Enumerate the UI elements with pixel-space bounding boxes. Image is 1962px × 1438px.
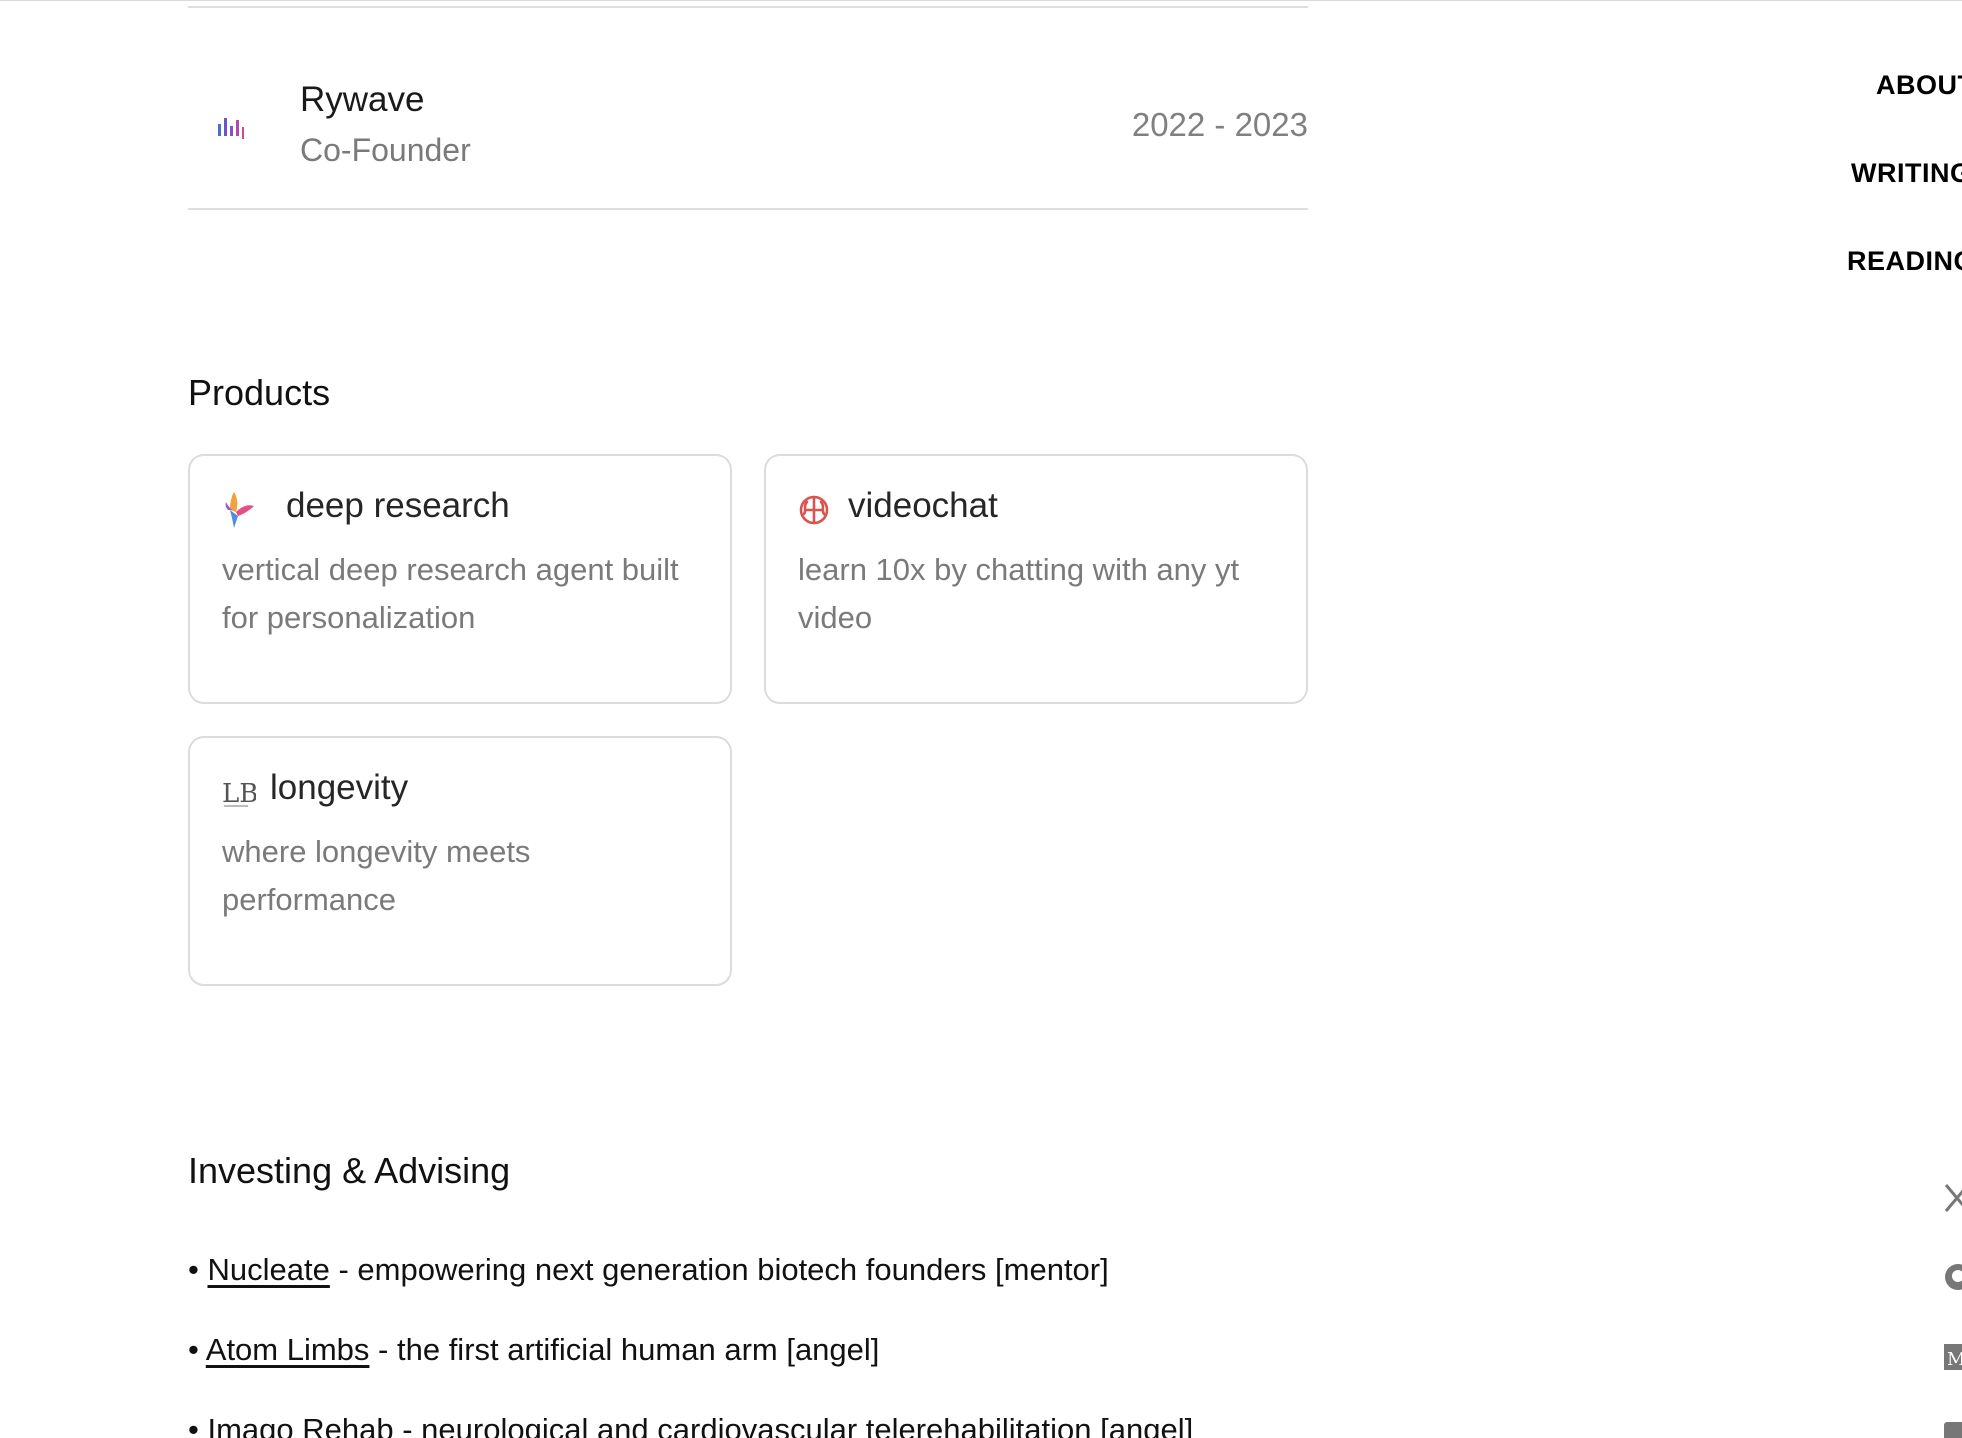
investing-item: • Atom Limbs - the first artificial huma… (188, 1332, 879, 1368)
nav-writing[interactable]: WRITING (1851, 158, 1962, 189)
page: Rywave Co-Founder 2022 - 2023 Products d… (0, 0, 1962, 1438)
products-heading: Products (188, 372, 331, 413)
investing-item-text: - empowering next generation biotech fou… (329, 1252, 1109, 1287)
investing-heading: Investing & Advising (188, 1150, 511, 1191)
lb-monogram-icon: LB (222, 779, 256, 809)
bullet: • (188, 1252, 199, 1287)
product-title: longevity (270, 768, 409, 807)
product-card-videochat[interactable]: videochat learn 10x by chatting with any… (764, 454, 1308, 704)
github-icon[interactable] (1942, 1260, 1962, 1294)
company-role: Co-Founder (300, 132, 471, 168)
brain-icon (799, 495, 829, 525)
bar-wave-icon (218, 118, 244, 139)
linkedin-icon[interactable] (1942, 1418, 1962, 1438)
investing-link-imago-rehab[interactable]: Imago Rehab (207, 1412, 393, 1438)
svg-text:LB: LB (222, 779, 256, 809)
product-title: videochat (848, 486, 998, 525)
product-card-longevity[interactable]: LB longevity where longevity meets perfo… (188, 736, 732, 986)
product-card-deep-research[interactable]: deep research vertical deep research age… (188, 454, 732, 704)
bullet: • (188, 1332, 199, 1367)
investing-item: • Nucleate - empowering next generation … (188, 1252, 1109, 1288)
experience-row: Rywave Co-Founder 2022 - 2023 (188, 6, 1308, 210)
product-description: vertical deep research agent built for p… (222, 552, 679, 635)
investing-item-text: - the first artificial human arm [angel] (369, 1332, 880, 1367)
medium-icon[interactable]: M (1942, 1340, 1962, 1374)
svg-text:M: M (1947, 1349, 1962, 1370)
product-title: deep research (286, 486, 510, 525)
top-divider (0, 0, 1962, 1)
product-description: learn 10x by chatting with any yt video (798, 552, 1240, 635)
company-name: Rywave (300, 80, 425, 119)
nav-reading[interactable]: READING (1847, 246, 1962, 277)
x-icon[interactable] (1942, 1180, 1962, 1214)
company-years: 2022 - 2023 (1131, 106, 1308, 143)
investing-link-atom-limbs[interactable]: Atom Limbs (206, 1332, 370, 1367)
investing-item-text: - neurological and cardiovascular telere… (393, 1412, 1194, 1438)
nav-about[interactable]: ABOUT (1876, 70, 1962, 101)
investing-link-nucleate[interactable]: Nucleate (207, 1252, 329, 1287)
hummingbird-icon (225, 492, 254, 528)
investing-item: • Imago Rehab - neurological and cardiov… (188, 1412, 1193, 1438)
bullet: • (188, 1412, 199, 1438)
product-description: where longevity meets performance (222, 834, 531, 917)
